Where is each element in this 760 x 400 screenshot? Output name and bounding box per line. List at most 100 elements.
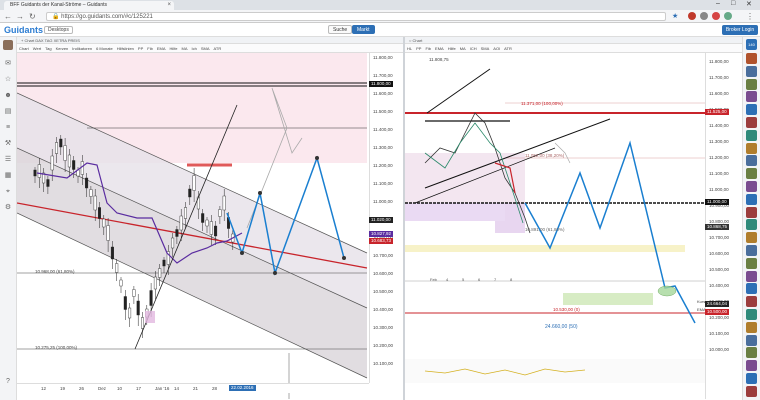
forward-icon[interactable]: → xyxy=(16,12,24,21)
candle-body xyxy=(149,290,153,306)
follower-avatar[interactable] xyxy=(746,117,757,128)
right-tool-hilfe[interactable]: Hilfe xyxy=(448,44,456,53)
follower-avatar[interactable] xyxy=(746,65,757,77)
minimize-icon[interactable]: – xyxy=(716,0,720,7)
projection-point[interactable] xyxy=(342,256,346,260)
follower-avatar[interactable] xyxy=(746,334,757,346)
search-button[interactable]: Suche xyxy=(328,25,353,34)
projection-point[interactable] xyxy=(240,251,244,255)
follower-avatar[interactable] xyxy=(746,296,757,308)
left-tool-ich[interactable]: Ich xyxy=(192,44,197,53)
reload-icon[interactable]: ↻ xyxy=(29,12,36,21)
people-icon[interactable]: ☻ xyxy=(3,91,13,101)
extension-icon-2[interactable] xyxy=(700,12,708,20)
left-tool-indikatoren[interactable]: Indikatoren xyxy=(72,44,92,53)
follower-avatar[interactable] xyxy=(746,245,757,256)
left-tool-tag[interactable]: Tag xyxy=(45,44,51,53)
left-date-tick: Dez xyxy=(98,386,107,391)
browser-tab[interactable]: BFF Guidants der Kanal-Ströme – Guidants… xyxy=(4,1,174,10)
projection-point[interactable] xyxy=(273,271,277,275)
right-tool-atr[interactable]: ATR xyxy=(504,44,512,53)
follower-avatar[interactable] xyxy=(746,155,757,167)
left-tool-wert[interactable]: Wert xyxy=(33,44,41,53)
follower-avatar[interactable] xyxy=(746,129,757,141)
follower-avatar[interactable] xyxy=(746,181,757,192)
follower-avatar[interactable] xyxy=(746,360,757,372)
target-ellipse[interactable] xyxy=(657,285,677,297)
follower-avatar[interactable] xyxy=(746,283,757,295)
left-tool-atr[interactable]: ATR xyxy=(214,44,222,53)
follower-avatar[interactable] xyxy=(746,385,757,397)
follower-avatar[interactable] xyxy=(746,321,757,333)
left-chart-header: + Chart DAX TAG XETRA PREIS xyxy=(17,37,403,44)
back-icon[interactable]: ← xyxy=(4,12,12,21)
broker-login-button[interactable]: Broker Login xyxy=(722,25,758,35)
left-tool-hilfslinien[interactable]: Hilfslinien xyxy=(117,44,134,53)
follower-avatar[interactable] xyxy=(746,104,757,116)
follower-avatar[interactable] xyxy=(746,347,757,359)
right-tool-ich[interactable]: ICH xyxy=(470,44,477,53)
chart-icon[interactable]: ▤ xyxy=(3,107,13,117)
help-icon[interactable]: ? xyxy=(3,377,13,387)
follower-avatar[interactable] xyxy=(746,232,757,244)
left-tool-fib[interactable]: Fib xyxy=(147,44,153,53)
follower-avatar[interactable] xyxy=(746,193,757,205)
projection-point[interactable] xyxy=(258,191,262,195)
left-tool-hilfe[interactable]: Hilfe xyxy=(169,44,177,53)
right-chart-panel: ○ Chart HL PP Fib EMA Hilfe MA ICH SMA AOI ATR 11… xyxy=(405,37,742,400)
right-tool-aoi[interactable]: AOI xyxy=(493,44,500,53)
fib-lower-label: 10.891,00 (61,80%) xyxy=(525,227,565,232)
left-tool-ma[interactable]: MA xyxy=(182,44,188,53)
maximize-icon[interactable]: □ xyxy=(731,0,735,7)
menu-icon[interactable]: ⋮ xyxy=(746,12,754,21)
follower-avatar[interactable] xyxy=(746,78,757,90)
tool-icon[interactable]: ⚒ xyxy=(3,139,13,149)
market-button[interactable]: Markt xyxy=(352,25,375,34)
right-tool-fib[interactable]: Fib xyxy=(425,44,431,53)
follower-avatar[interactable] xyxy=(746,142,757,154)
follower-avatar[interactable] xyxy=(746,91,757,103)
bookmark-star-icon[interactable]: ★ xyxy=(672,12,678,20)
left-tool-chart[interactable]: Chart xyxy=(19,44,29,53)
list-icon[interactable]: ≡ xyxy=(3,123,13,133)
calendar-icon[interactable]: ▦ xyxy=(3,171,13,181)
follower-avatar[interactable] xyxy=(746,309,757,320)
left-tool-kerzen[interactable]: Kerzen xyxy=(56,44,69,53)
right-price-tick: 11.000,00 xyxy=(709,187,729,192)
extension-icon-4[interactable] xyxy=(724,12,732,20)
user-avatar[interactable] xyxy=(3,40,13,50)
desktops-button[interactable]: Desktops xyxy=(44,26,73,34)
candle-body xyxy=(72,160,76,170)
left-tool-6-monate[interactable]: 6 Monate xyxy=(96,44,113,53)
follower-avatar[interactable] xyxy=(746,219,757,231)
extension-icon-3[interactable] xyxy=(712,12,720,20)
left-price-tick: 10.300,00 xyxy=(373,325,394,330)
star-icon[interactable]: ☆ xyxy=(3,75,13,85)
extension-icon[interactable] xyxy=(688,12,696,20)
right-tool-ema[interactable]: EMA xyxy=(435,44,444,53)
tab-close-icon[interactable]: × xyxy=(167,2,171,8)
right-tool-hl[interactable]: HL xyxy=(407,44,412,53)
settings-icon[interactable]: ⚙ xyxy=(3,203,13,213)
right-tool-sma[interactable]: SMA xyxy=(481,44,490,53)
projection-point[interactable] xyxy=(315,156,319,160)
left-tool-pp[interactable]: PP xyxy=(138,44,143,53)
left-date-axis: 121926Dez1017Jan '16142128Feb xyxy=(17,383,369,393)
close-window-icon[interactable]: ✕ xyxy=(746,0,752,8)
follower-avatar[interactable] xyxy=(746,270,757,282)
watchlist-icon[interactable]: ☰ xyxy=(3,155,13,165)
follower-avatar[interactable] xyxy=(746,373,757,384)
follower-avatar[interactable] xyxy=(746,168,757,180)
follower-avatar[interactable] xyxy=(746,257,757,269)
right-tool-ma[interactable]: MA xyxy=(460,44,466,53)
price-tag-mid-right: 10.868,75 xyxy=(705,224,730,230)
chat-icon[interactable]: ✉ xyxy=(3,59,13,69)
right-tool-pp[interactable]: PP xyxy=(416,44,421,53)
notification-badge[interactable]: 140 xyxy=(746,39,757,50)
pin-icon[interactable]: ⌖ xyxy=(3,187,13,197)
left-tool-sma[interactable]: SMA xyxy=(201,44,210,53)
address-bar[interactable]: 🔒 https://go.guidants.com/#c/125221 xyxy=(46,12,666,21)
left-tool-ema[interactable]: EMA xyxy=(157,44,166,53)
follower-avatar[interactable] xyxy=(746,53,757,64)
follower-avatar[interactable] xyxy=(746,206,757,218)
